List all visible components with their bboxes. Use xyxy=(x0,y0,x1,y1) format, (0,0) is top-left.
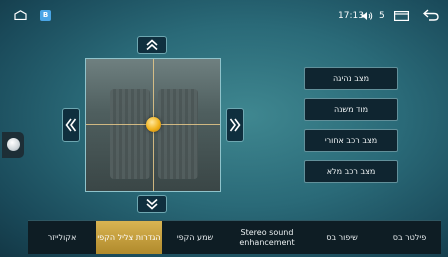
balance-knob[interactable] xyxy=(146,117,161,132)
tab-surround-sound[interactable]: שמע הקפי xyxy=(165,221,225,254)
move-up-button[interactable] xyxy=(137,36,167,54)
chevron-up-icon xyxy=(146,39,158,51)
move-down-button[interactable] xyxy=(137,195,167,213)
tab-stereo-enhancement[interactable]: Stereo sound enhancement xyxy=(226,221,308,254)
preset-driving-mode-button[interactable]: מצב נהיגה xyxy=(304,67,398,90)
back-icon[interactable] xyxy=(423,9,439,21)
tab-surround-settings[interactable]: הגדרות צליל הקפי xyxy=(96,221,162,254)
preset-rear-mode-button[interactable]: מצב רכב אחורי xyxy=(304,129,398,152)
move-right-button[interactable] xyxy=(226,108,244,142)
tab-bar: פילטר בס שיפור בס Stereo sound enhanceme… xyxy=(28,220,441,254)
home-icon[interactable] xyxy=(14,10,27,20)
volume-icon[interactable] xyxy=(361,11,373,21)
preset-full-car-mode-button[interactable]: מצב רכב מלא xyxy=(304,160,398,183)
chevron-down-icon xyxy=(146,198,158,210)
handle-knob xyxy=(7,138,20,151)
move-left-button[interactable] xyxy=(62,108,80,142)
double-chevron-right-icon xyxy=(229,118,241,132)
double-chevron-left-icon xyxy=(65,118,77,132)
app-icon[interactable]: B xyxy=(40,10,51,21)
seat-image-left xyxy=(110,89,150,179)
tab-bass-boost[interactable]: שיפור בס xyxy=(308,221,376,254)
balance-fader-pad[interactable] xyxy=(85,58,221,192)
preset-passenger-mode-button[interactable]: מוד משנה xyxy=(304,98,398,121)
side-drawer-handle[interactable] xyxy=(2,132,24,158)
volume-level: 5 xyxy=(379,11,385,21)
seat-image-right xyxy=(158,89,198,179)
status-bar: B 17:13 5 xyxy=(0,0,448,30)
window-icon[interactable] xyxy=(394,11,409,21)
tab-equalizer[interactable]: אקולייזר xyxy=(28,221,96,254)
tab-bass-filter[interactable]: פילטר בס xyxy=(378,221,441,254)
